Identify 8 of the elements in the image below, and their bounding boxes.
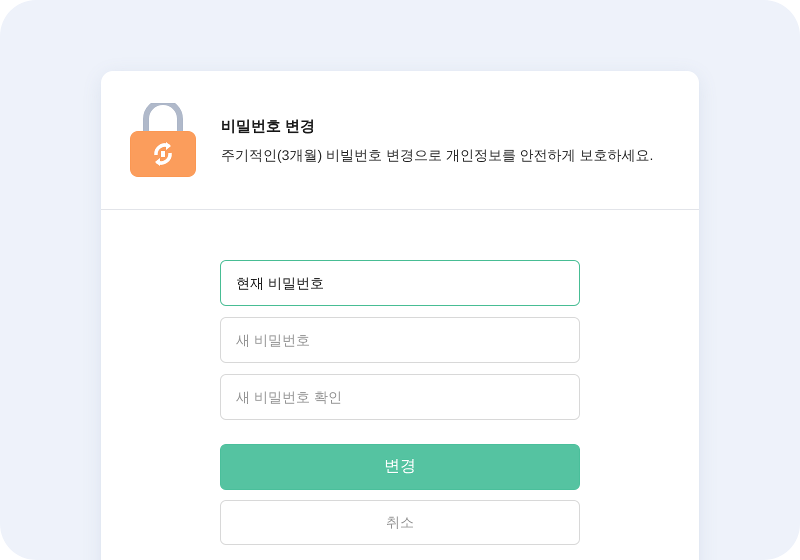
dialog-description: 주기적인(3개월) 비빌번호 변경으로 개인정보를 안전하게 보호하세요.	[221, 146, 654, 165]
password-field[interactable]: 새 비밀번호	[220, 317, 580, 363]
cancel-button[interactable]: 취소	[220, 500, 580, 545]
submit-button[interactable]: 변경	[220, 444, 580, 490]
password-field[interactable]: 현재 비밀번호	[220, 260, 580, 306]
lock-icon	[129, 102, 197, 178]
dialog-title: 비밀번호 변경	[221, 117, 316, 138]
password-field[interactable]: 새 비밀번호 확인	[220, 374, 580, 420]
